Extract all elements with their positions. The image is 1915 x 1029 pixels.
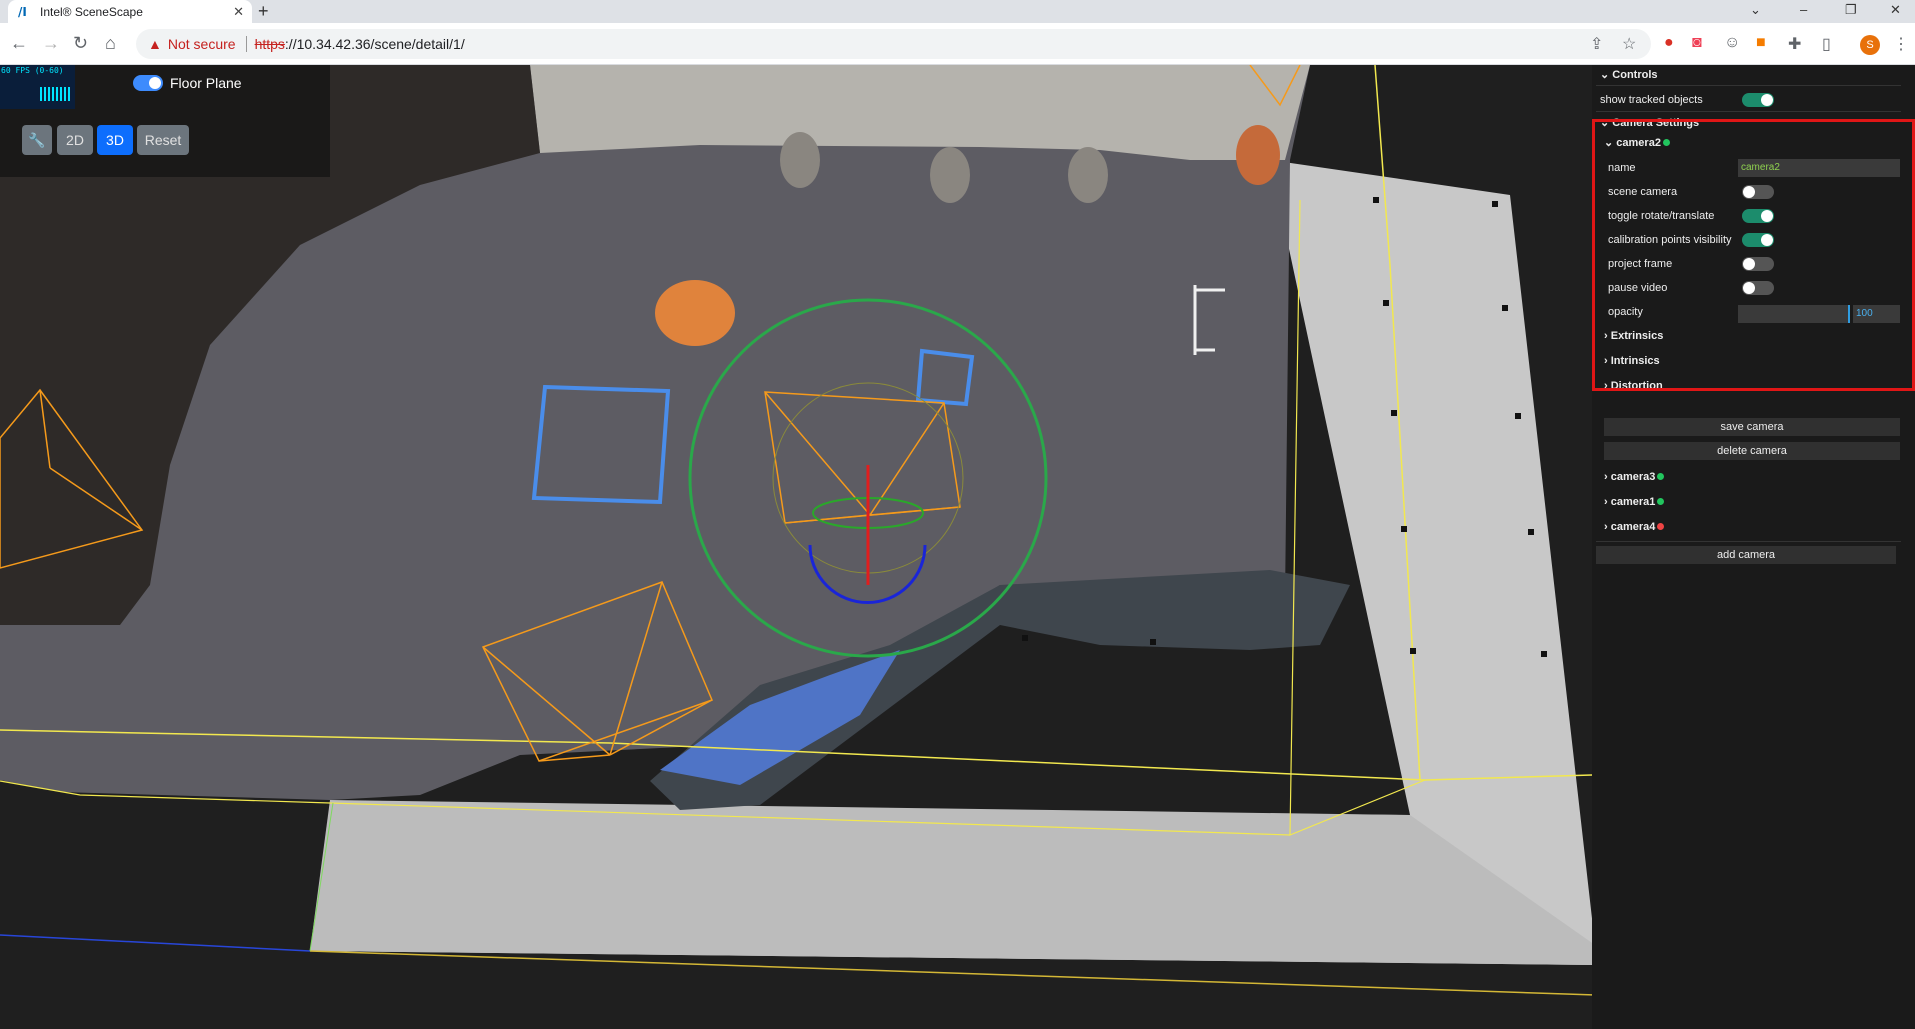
calibration-point xyxy=(1541,651,1547,657)
status-dot-icon xyxy=(1657,498,1665,505)
floor-plane-label: Floor Plane xyxy=(170,75,242,91)
intel-logo-icon: /I xyxy=(18,4,27,19)
extension-c-icon[interactable]: ● xyxy=(1664,34,1674,52)
status-dot-icon xyxy=(1657,523,1665,530)
side-panel-icon[interactable]: ▯ xyxy=(1822,34,1831,54)
browser-tab-bar: /I Intel® SceneScape ✕ + ⌄ – ❐ ✕ xyxy=(0,0,1915,23)
forward-arrow-icon[interactable]: → xyxy=(42,32,60,54)
delete-camera-button[interactable]: delete camera xyxy=(1604,442,1900,460)
address-divider xyxy=(245,36,247,52)
calibration-point xyxy=(1373,197,1379,203)
chair xyxy=(1068,147,1108,203)
calibration-point xyxy=(1502,305,1508,311)
extensions-puzzle-icon[interactable]: ✚ xyxy=(1788,34,1801,54)
chair xyxy=(930,147,970,203)
menu-kebab-icon[interactable]: ⋮ xyxy=(1893,34,1909,54)
controls-title: Controls xyxy=(1612,69,1658,81)
show-tracked-toggle[interactable] xyxy=(1742,93,1774,107)
minimize-button[interactable]: – xyxy=(1800,2,1807,17)
browser-tab[interactable]: /I Intel® SceneScape ✕ xyxy=(8,0,252,23)
home-icon[interactable]: ⌂ xyxy=(105,32,116,54)
view-controls-overlay: 60 FPS (0-60) Floor Plane 🔧 2D 3D Reset xyxy=(0,65,330,177)
calibration-point xyxy=(1492,201,1498,207)
extension-face-icon[interactable]: ☺ xyxy=(1724,34,1740,52)
chevron-down-icon: ⌄ xyxy=(1600,69,1610,81)
reload-icon[interactable]: ↻ xyxy=(73,32,88,54)
calibration-point xyxy=(1528,529,1534,535)
divider xyxy=(1596,541,1901,542)
security-indicator[interactable]: Not secure xyxy=(168,36,236,52)
calibration-point xyxy=(1401,526,1407,532)
chevron-right-icon: › xyxy=(1604,496,1608,508)
address-bar[interactable]: ▲ Not secure https ://10.34.42.36/scene/… xyxy=(136,29,1651,59)
calibration-point xyxy=(1515,413,1521,419)
scene-viewport[interactable]: 60 FPS (0-60) Floor Plane 🔧 2D 3D Reset … xyxy=(0,65,1915,1029)
chevron-right-icon: › xyxy=(1604,521,1608,533)
share-icon[interactable]: ⇪ xyxy=(1590,34,1603,54)
reset-view-button[interactable]: Reset xyxy=(137,125,189,155)
back-wall xyxy=(530,65,1310,160)
pocket-icon[interactable]: ◙ xyxy=(1692,34,1702,52)
divider xyxy=(1596,85,1901,86)
url-protocol: https xyxy=(254,36,285,52)
camera-name: camera1 xyxy=(1610,496,1656,508)
round-table xyxy=(655,280,735,346)
camera-name: camera3 xyxy=(1610,471,1656,483)
restore-button[interactable]: ❐ xyxy=(1845,2,1857,18)
view-2d-button[interactable]: 2D xyxy=(57,125,93,155)
add-camera-button[interactable]: add camera xyxy=(1596,546,1896,564)
browser-toolbar: ← → ↻ ⌂ ▲ Not secure https ://10.34.42.3… xyxy=(0,23,1915,65)
fps-label: 60 FPS (0-60) xyxy=(1,66,64,75)
divider xyxy=(1596,111,1901,112)
back-arrow-icon[interactable]: ← xyxy=(10,32,28,54)
floor-plane-toggle[interactable] xyxy=(133,75,163,91)
camera-item[interactable]: › camera4 xyxy=(1604,517,1894,537)
fps-graph xyxy=(40,87,72,101)
calibration-point xyxy=(1410,648,1416,654)
calibration-point xyxy=(1022,635,1028,641)
tab-search-icon[interactable]: ⌄ xyxy=(1750,2,1761,18)
warning-icon: ▲ xyxy=(148,36,162,52)
wrench-button[interactable]: 🔧 xyxy=(22,125,52,155)
status-dot-icon xyxy=(1657,473,1665,480)
url-path: ://10.34.42.36/scene/detail/1/ xyxy=(284,36,465,52)
chevron-right-icon: › xyxy=(1604,471,1608,483)
close-tab-icon[interactable]: ✕ xyxy=(233,4,244,20)
view-3d-button[interactable]: 3D xyxy=(97,125,133,155)
show-tracked-label: show tracked objects xyxy=(1600,94,1703,106)
extension-chart-icon[interactable]: ■ xyxy=(1756,34,1766,52)
floor-plane-front xyxy=(310,800,1592,965)
camera2-highlight-box xyxy=(1592,119,1915,391)
calibration-point xyxy=(1383,300,1389,306)
camera-item[interactable]: › camera3 xyxy=(1604,467,1894,487)
tab-title: Intel® SceneScape xyxy=(40,4,143,19)
controls-header[interactable]: ⌄ Controls xyxy=(1596,65,1901,85)
calibration-point xyxy=(1391,410,1397,416)
save-camera-button[interactable]: save camera xyxy=(1604,418,1900,436)
close-window-button[interactable]: ✕ xyxy=(1890,2,1901,18)
profile-avatar[interactable]: S xyxy=(1860,35,1880,55)
camera-name: camera4 xyxy=(1610,521,1656,533)
fps-counter: 60 FPS (0-60) xyxy=(0,65,75,109)
calibration-point xyxy=(1150,639,1156,645)
scene-3d-canvas[interactable] xyxy=(0,65,1592,1029)
new-tab-button[interactable]: + xyxy=(258,1,269,22)
wrench-icon: 🔧 xyxy=(28,131,46,148)
camera-item[interactable]: › camera1 xyxy=(1604,492,1894,512)
chair xyxy=(780,132,820,188)
bookmark-star-icon[interactable]: ☆ xyxy=(1622,34,1636,54)
person xyxy=(1236,125,1280,185)
show-tracked-row: show tracked objects xyxy=(1596,89,1901,111)
